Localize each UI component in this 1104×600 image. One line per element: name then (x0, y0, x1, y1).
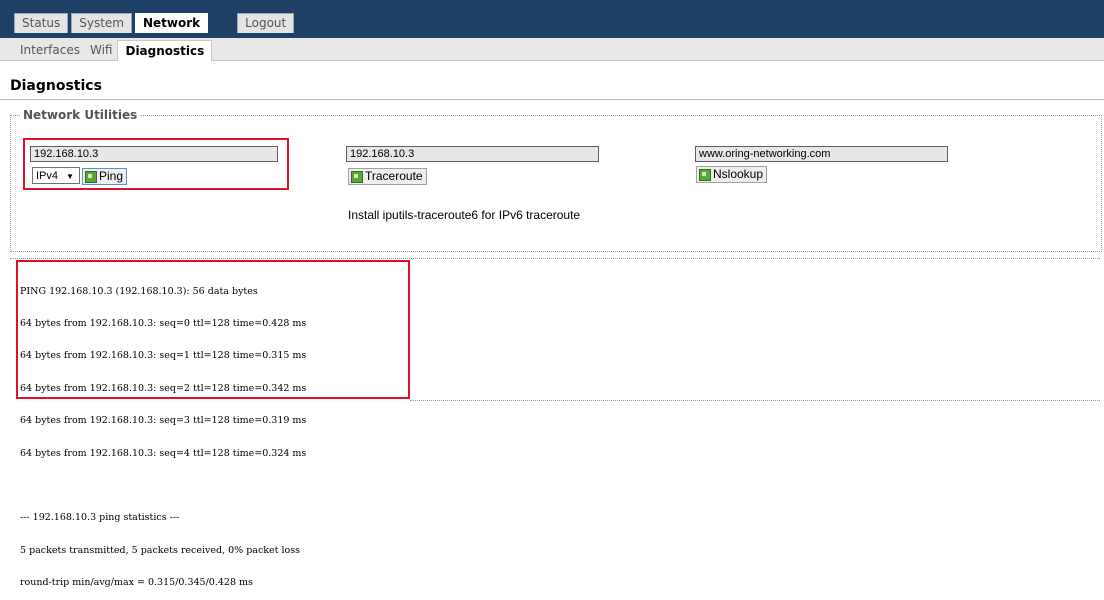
title-divider (0, 99, 1104, 100)
tab-system[interactable]: System (71, 13, 132, 33)
nslookup-host-input[interactable]: www.oring-networking.com (695, 146, 948, 162)
output-line: 5 packets transmitted, 5 packets receive… (20, 544, 301, 556)
subtab-wifi[interactable]: Wifi (85, 40, 118, 60)
tab-logout[interactable]: Logout (237, 13, 295, 33)
ping-highlight-box (23, 138, 289, 190)
traceroute-button[interactable]: Traceroute (348, 168, 427, 185)
nslookup-button[interactable]: Nslookup (696, 166, 768, 183)
apply-icon (351, 170, 363, 183)
traceroute-host-input[interactable]: 192.168.10.3 (346, 146, 599, 162)
sub-menu-bar: Interfaces Wifi Diagnostics (0, 38, 1104, 61)
output-highlight-box (16, 260, 410, 399)
fieldset-legend: Network Utilities (20, 108, 141, 122)
tab-network[interactable]: Network (135, 13, 209, 33)
tab-status[interactable]: Status (14, 13, 69, 33)
subtab-diagnostics[interactable]: Diagnostics (117, 40, 213, 61)
output-line: 64 bytes from 192.168.10.3: seq=3 ttl=12… (20, 415, 307, 427)
apply-icon (699, 168, 711, 181)
nslookup-button-label: Nslookup (713, 167, 764, 181)
output-line: round-trip min/avg/max = 0.315/0.345/0.4… (20, 577, 253, 589)
top-menu-bar: Status System Network Logout (0, 0, 1104, 38)
output-divider (10, 258, 1100, 259)
traceroute-hint: Install iputils-traceroute6 for IPv6 tra… (348, 208, 581, 222)
output-line: --- 192.168.10.3 ping statistics --- (20, 512, 180, 524)
page-title: Diagnostics (10, 78, 102, 94)
subtab-interfaces[interactable]: Interfaces (15, 40, 85, 60)
output-line: 64 bytes from 192.168.10.3: seq=4 ttl=12… (20, 447, 307, 459)
bottom-divider (410, 400, 1100, 401)
traceroute-button-label: Traceroute (365, 169, 423, 183)
